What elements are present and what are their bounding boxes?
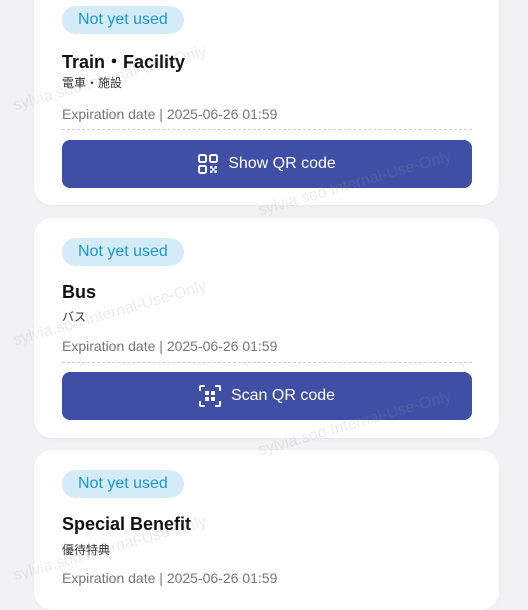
expiration-separator: | bbox=[155, 338, 167, 354]
scan-qr-icon bbox=[198, 385, 221, 407]
ticket-subtitle: 優待特典 bbox=[62, 543, 111, 557]
expiration-row: Expiration date | 2025-06-26 01:59 bbox=[62, 338, 472, 354]
qr-code-icon bbox=[198, 154, 219, 174]
expiration-label: Expiration date bbox=[62, 338, 156, 354]
dashed-divider bbox=[62, 129, 472, 130]
expiration-row: Expiration date | 2025-06-26 01:59 bbox=[62, 106, 472, 122]
ticket-card-train-facility: Not yet used Train・Facility 電車・施設 Expira… bbox=[34, 0, 499, 205]
status-badge: Not yet used bbox=[62, 238, 184, 266]
expiration-date: 2025-06-26 01:59 bbox=[166, 338, 278, 354]
status-badge: Not yet used bbox=[62, 470, 184, 498]
ticket-card-special-benefit: Not yet used Special Benefit 優待特典 Expira… bbox=[34, 450, 499, 610]
expiration-date: 2025-06-26 01:59 bbox=[166, 106, 278, 122]
button-label: Show QR code bbox=[228, 155, 336, 172]
ticket-title: Bus bbox=[62, 282, 97, 302]
expiration-row: Expiration date | 2025-06-26 01:59 bbox=[62, 570, 472, 586]
expiration-separator: | bbox=[155, 106, 167, 122]
ticket-card-bus: Not yet used Bus バス Expiration date | 20… bbox=[34, 218, 499, 438]
expiration-label: Expiration date bbox=[62, 570, 156, 586]
expiration-separator: | bbox=[155, 570, 167, 586]
show-qr-code-button[interactable]: Show QR code bbox=[62, 140, 472, 188]
ticket-title: Train・Facility bbox=[62, 52, 186, 72]
dashed-divider bbox=[62, 362, 472, 363]
status-badge: Not yet used bbox=[62, 6, 184, 34]
ticket-subtitle: バス bbox=[62, 310, 87, 324]
expiration-date: 2025-06-26 01:59 bbox=[166, 570, 278, 586]
button-label: Scan QR code bbox=[230, 387, 336, 404]
ticket-subtitle: 電車・施設 bbox=[62, 76, 123, 90]
ticket-title: Special Benefit bbox=[62, 514, 192, 534]
scan-qr-code-button[interactable]: Scan QR code bbox=[62, 372, 472, 420]
expiration-label: Expiration date bbox=[62, 106, 156, 122]
